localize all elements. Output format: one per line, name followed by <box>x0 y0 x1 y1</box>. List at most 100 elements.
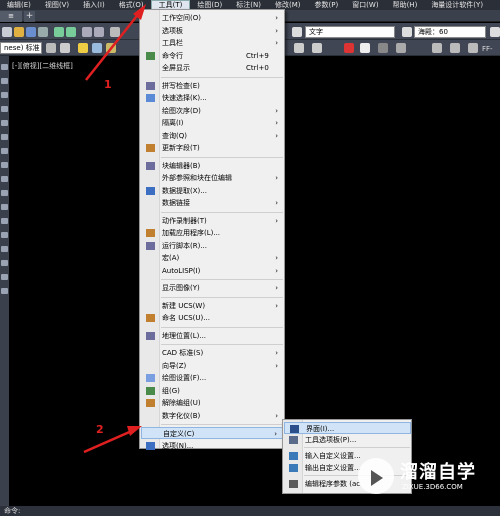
text-style-dropdown[interactable]: 文字 <box>305 26 395 38</box>
menu-item-11[interactable]: 块编辑器(B) <box>141 160 284 172</box>
dim-style-dropdown[interactable]: 海殿：60 <box>414 26 486 38</box>
new-icon[interactable] <box>2 27 12 37</box>
menu-parametric[interactable]: 参数(P) <box>308 0 346 10</box>
menu-item-label: 运行脚本(R)... <box>162 241 208 250</box>
menu-item-19[interactable]: AutoLISP(I) › <box>141 265 284 277</box>
menu-item-20[interactable]: 显示图像(Y) › <box>141 282 284 294</box>
lineweight-icon[interactable] <box>378 43 388 53</box>
circle-tool-icon[interactable] <box>1 134 8 140</box>
submenu-item-0[interactable]: 界面(I)... <box>284 422 411 434</box>
layer-iso-icon[interactable] <box>106 43 116 53</box>
menu-item-21[interactable]: 新建 UCS(W) › <box>141 300 284 312</box>
gradient-tool-icon[interactable] <box>1 246 8 252</box>
menu-item-10[interactable]: 更新字段(T) <box>141 142 284 154</box>
menu-item-label: 自定义(C) <box>163 430 195 438</box>
menu-help[interactable]: 帮助(H) <box>386 0 425 10</box>
menu-insert[interactable]: 插入(I) <box>76 0 112 10</box>
menu-item-14[interactable]: 数据链接 › <box>141 197 284 209</box>
menu-item-0[interactable]: 工作空间(O) › <box>141 12 284 24</box>
submenu-arrow-icon: › <box>275 119 278 127</box>
menu-item-3[interactable]: 命令行 Ctrl+9 <box>141 50 284 62</box>
dim-icon[interactable] <box>450 43 460 53</box>
submenu-item-1[interactable]: 工具选项板(P)... <box>284 434 411 446</box>
menu-item-5[interactable]: 拼写检查(E) <box>141 80 284 92</box>
edit-params-icon <box>289 480 298 488</box>
hatch-tool-icon[interactable] <box>1 232 8 238</box>
menu-item-label: CAD 标准(S) <box>162 349 204 357</box>
plotstyle-icon[interactable] <box>396 43 406 53</box>
menu-item-4[interactable]: 全屏显示 Ctrl+0 <box>141 62 284 74</box>
menu-item-16[interactable]: 加载应用程序(L)... <box>141 227 284 239</box>
layer-props-icon[interactable] <box>46 43 56 53</box>
menu-item-2[interactable]: 工具栏 › <box>141 37 284 49</box>
menu-item-26[interactable]: 绘图设置(F)... <box>141 372 284 384</box>
menu-window[interactable]: 窗口(W) <box>345 0 385 10</box>
menu-item-23[interactable]: 地理位置(L)... <box>141 330 284 342</box>
save-icon[interactable] <box>26 27 36 37</box>
table-tool-icon[interactable] <box>1 274 8 280</box>
region-tool-icon[interactable] <box>1 260 8 266</box>
menu-haoliang[interactable]: 海量设计软件(Y) <box>424 0 490 10</box>
menu-item-label: 隔离(I) <box>162 119 184 127</box>
callout-label-2: 2 <box>96 423 104 436</box>
arrow-forward-icon[interactable] <box>312 43 322 53</box>
layer-dropdown[interactable]: nese) 标准 <box>0 42 42 54</box>
redo-icon[interactable] <box>66 27 76 37</box>
menu-item-8[interactable]: 隔离(I) › <box>141 117 284 129</box>
document-tab[interactable]: ≡ <box>0 11 22 22</box>
menu-item-15[interactable]: 动作录制器(T) › <box>141 215 284 227</box>
menu-item-shortcut: Ctrl+9 <box>246 51 269 60</box>
insert-block-icon[interactable] <box>1 190 8 196</box>
text-style-icon[interactable] <box>292 27 302 37</box>
layer-prev-icon[interactable] <box>92 43 102 53</box>
cloud-tool-icon[interactable] <box>1 148 8 154</box>
menu-item-label: 工具栏 <box>162 39 183 47</box>
point-tool-icon[interactable] <box>1 218 8 224</box>
scale-icon[interactable] <box>432 43 442 53</box>
mleader-icon[interactable] <box>468 43 478 53</box>
ellipse-tool-icon[interactable] <box>1 176 8 182</box>
menu-item-27[interactable]: 组(G) <box>141 385 284 397</box>
match-layer-icon[interactable] <box>78 43 88 53</box>
command-line[interactable]: 命令: <box>0 506 500 516</box>
undo-arrow-icon[interactable] <box>110 27 120 37</box>
viewport-label[interactable]: [-][俯视][二维线框] <box>12 61 73 71</box>
line-tool-icon[interactable] <box>1 64 8 70</box>
menu-item-13[interactable]: 数据提取(X)... <box>141 185 284 197</box>
spline-tool-icon[interactable] <box>1 162 8 168</box>
menu-item-6[interactable]: 快速选择(K)... <box>141 92 284 104</box>
mtext-tool-icon[interactable] <box>1 288 8 294</box>
open-icon[interactable] <box>14 27 24 37</box>
undo-icon[interactable] <box>54 27 64 37</box>
menu-item-9[interactable]: 查询(Q) › <box>141 130 284 142</box>
menu-item-18[interactable]: 宏(A) › <box>141 252 284 264</box>
zoom-icon[interactable] <box>94 27 104 37</box>
menu-item-17[interactable]: 运行脚本(R)... <box>141 240 284 252</box>
menu-item-7[interactable]: 绘图次序(D) › <box>141 105 284 117</box>
dim-style-icon[interactable] <box>402 27 412 37</box>
layer-state-icon[interactable] <box>60 43 70 53</box>
arc-tool-icon[interactable] <box>1 120 8 126</box>
menu-item-12[interactable]: 外部参照和块在位编辑 › <box>141 172 284 184</box>
menu-view[interactable]: 视图(V) <box>38 0 76 10</box>
menu-item-30[interactable]: 自定义(C) › <box>141 427 284 439</box>
print-icon[interactable] <box>38 27 48 37</box>
polyline-tool-icon[interactable] <box>1 78 8 84</box>
menu-edit[interactable]: 编辑(E) <box>0 0 38 10</box>
menu-item-1[interactable]: 选项板 › <box>141 25 284 37</box>
menu-item-24[interactable]: CAD 标准(S) › <box>141 347 284 359</box>
polygon-tool-icon[interactable] <box>1 92 8 98</box>
linetype-icon[interactable] <box>360 43 370 53</box>
menu-item-28[interactable]: 解除编组(U) <box>141 397 284 409</box>
pan-icon[interactable] <box>82 27 92 37</box>
table-style-icon[interactable] <box>490 27 500 37</box>
make-block-icon[interactable] <box>1 204 8 210</box>
menu-item-25[interactable]: 向导(Z) › <box>141 360 284 372</box>
menu-item-22[interactable]: 命名 UCS(U)... <box>141 312 284 324</box>
menu-item-31[interactable]: 选项(N)... <box>141 440 284 452</box>
new-tab-button[interactable]: + <box>24 11 35 22</box>
menu-item-29[interactable]: 数字化仪(B) › <box>141 410 284 422</box>
arrow-right-icon[interactable] <box>294 43 304 53</box>
color-icon[interactable] <box>344 43 354 53</box>
rectangle-tool-icon[interactable] <box>1 106 8 112</box>
